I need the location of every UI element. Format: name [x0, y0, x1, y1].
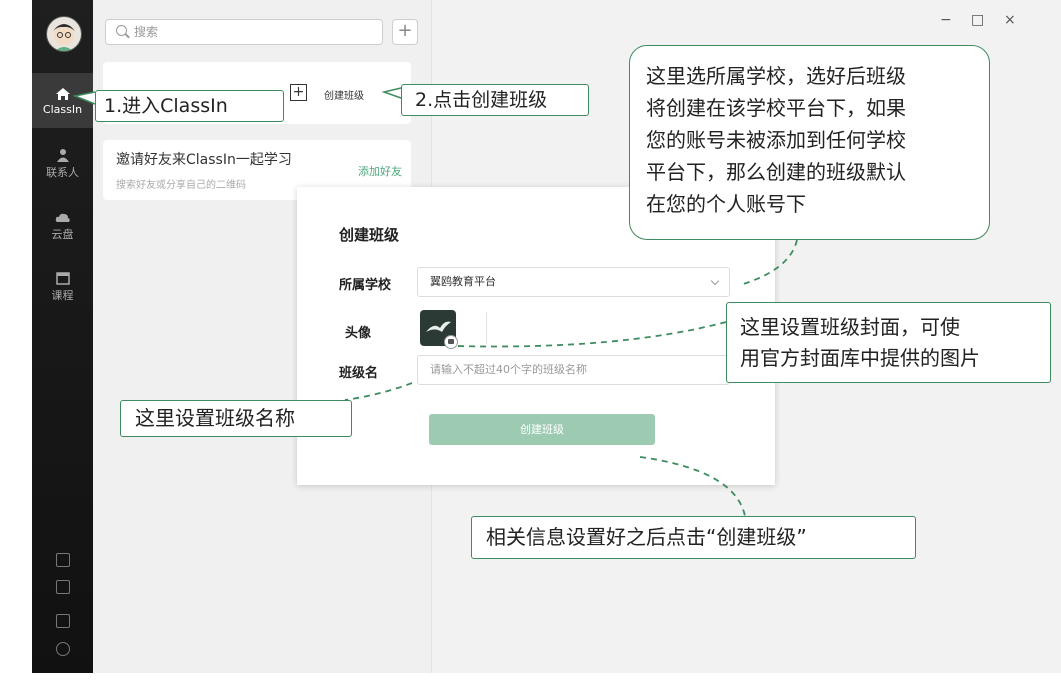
callout-class-name: 这里设置班级名称 — [120, 400, 352, 437]
callout-line: 在您的个人账号下 — [646, 192, 806, 216]
callout-line: 这里选所属学校，选好后班级 — [646, 64, 906, 88]
callout-step1: 1.进入ClassIn — [95, 90, 284, 122]
callout-line: 这里设置班级封面，可使 — [740, 315, 960, 339]
callout-line: 将创建在该学校平台下，如果 — [646, 96, 906, 120]
callout-line: 您的账号未被添加到任何学校 — [646, 128, 906, 152]
callout-cover: 这里设置班级封面，可使 用官方封面库中提供的图片 — [726, 302, 1051, 383]
callout-line: 平台下，那么创建的班级默认 — [646, 160, 906, 184]
callout-step2: 2.点击创建班级 — [401, 84, 589, 116]
callout-line: 用官方封面库中提供的图片 — [740, 346, 980, 370]
callout-submit: 相关信息设置好之后点击“创建班级” — [471, 516, 916, 559]
callout-school: 这里选所属学校，选好后班级 将创建在该学校平台下，如果 您的账号未被添加到任何学… — [629, 45, 990, 240]
